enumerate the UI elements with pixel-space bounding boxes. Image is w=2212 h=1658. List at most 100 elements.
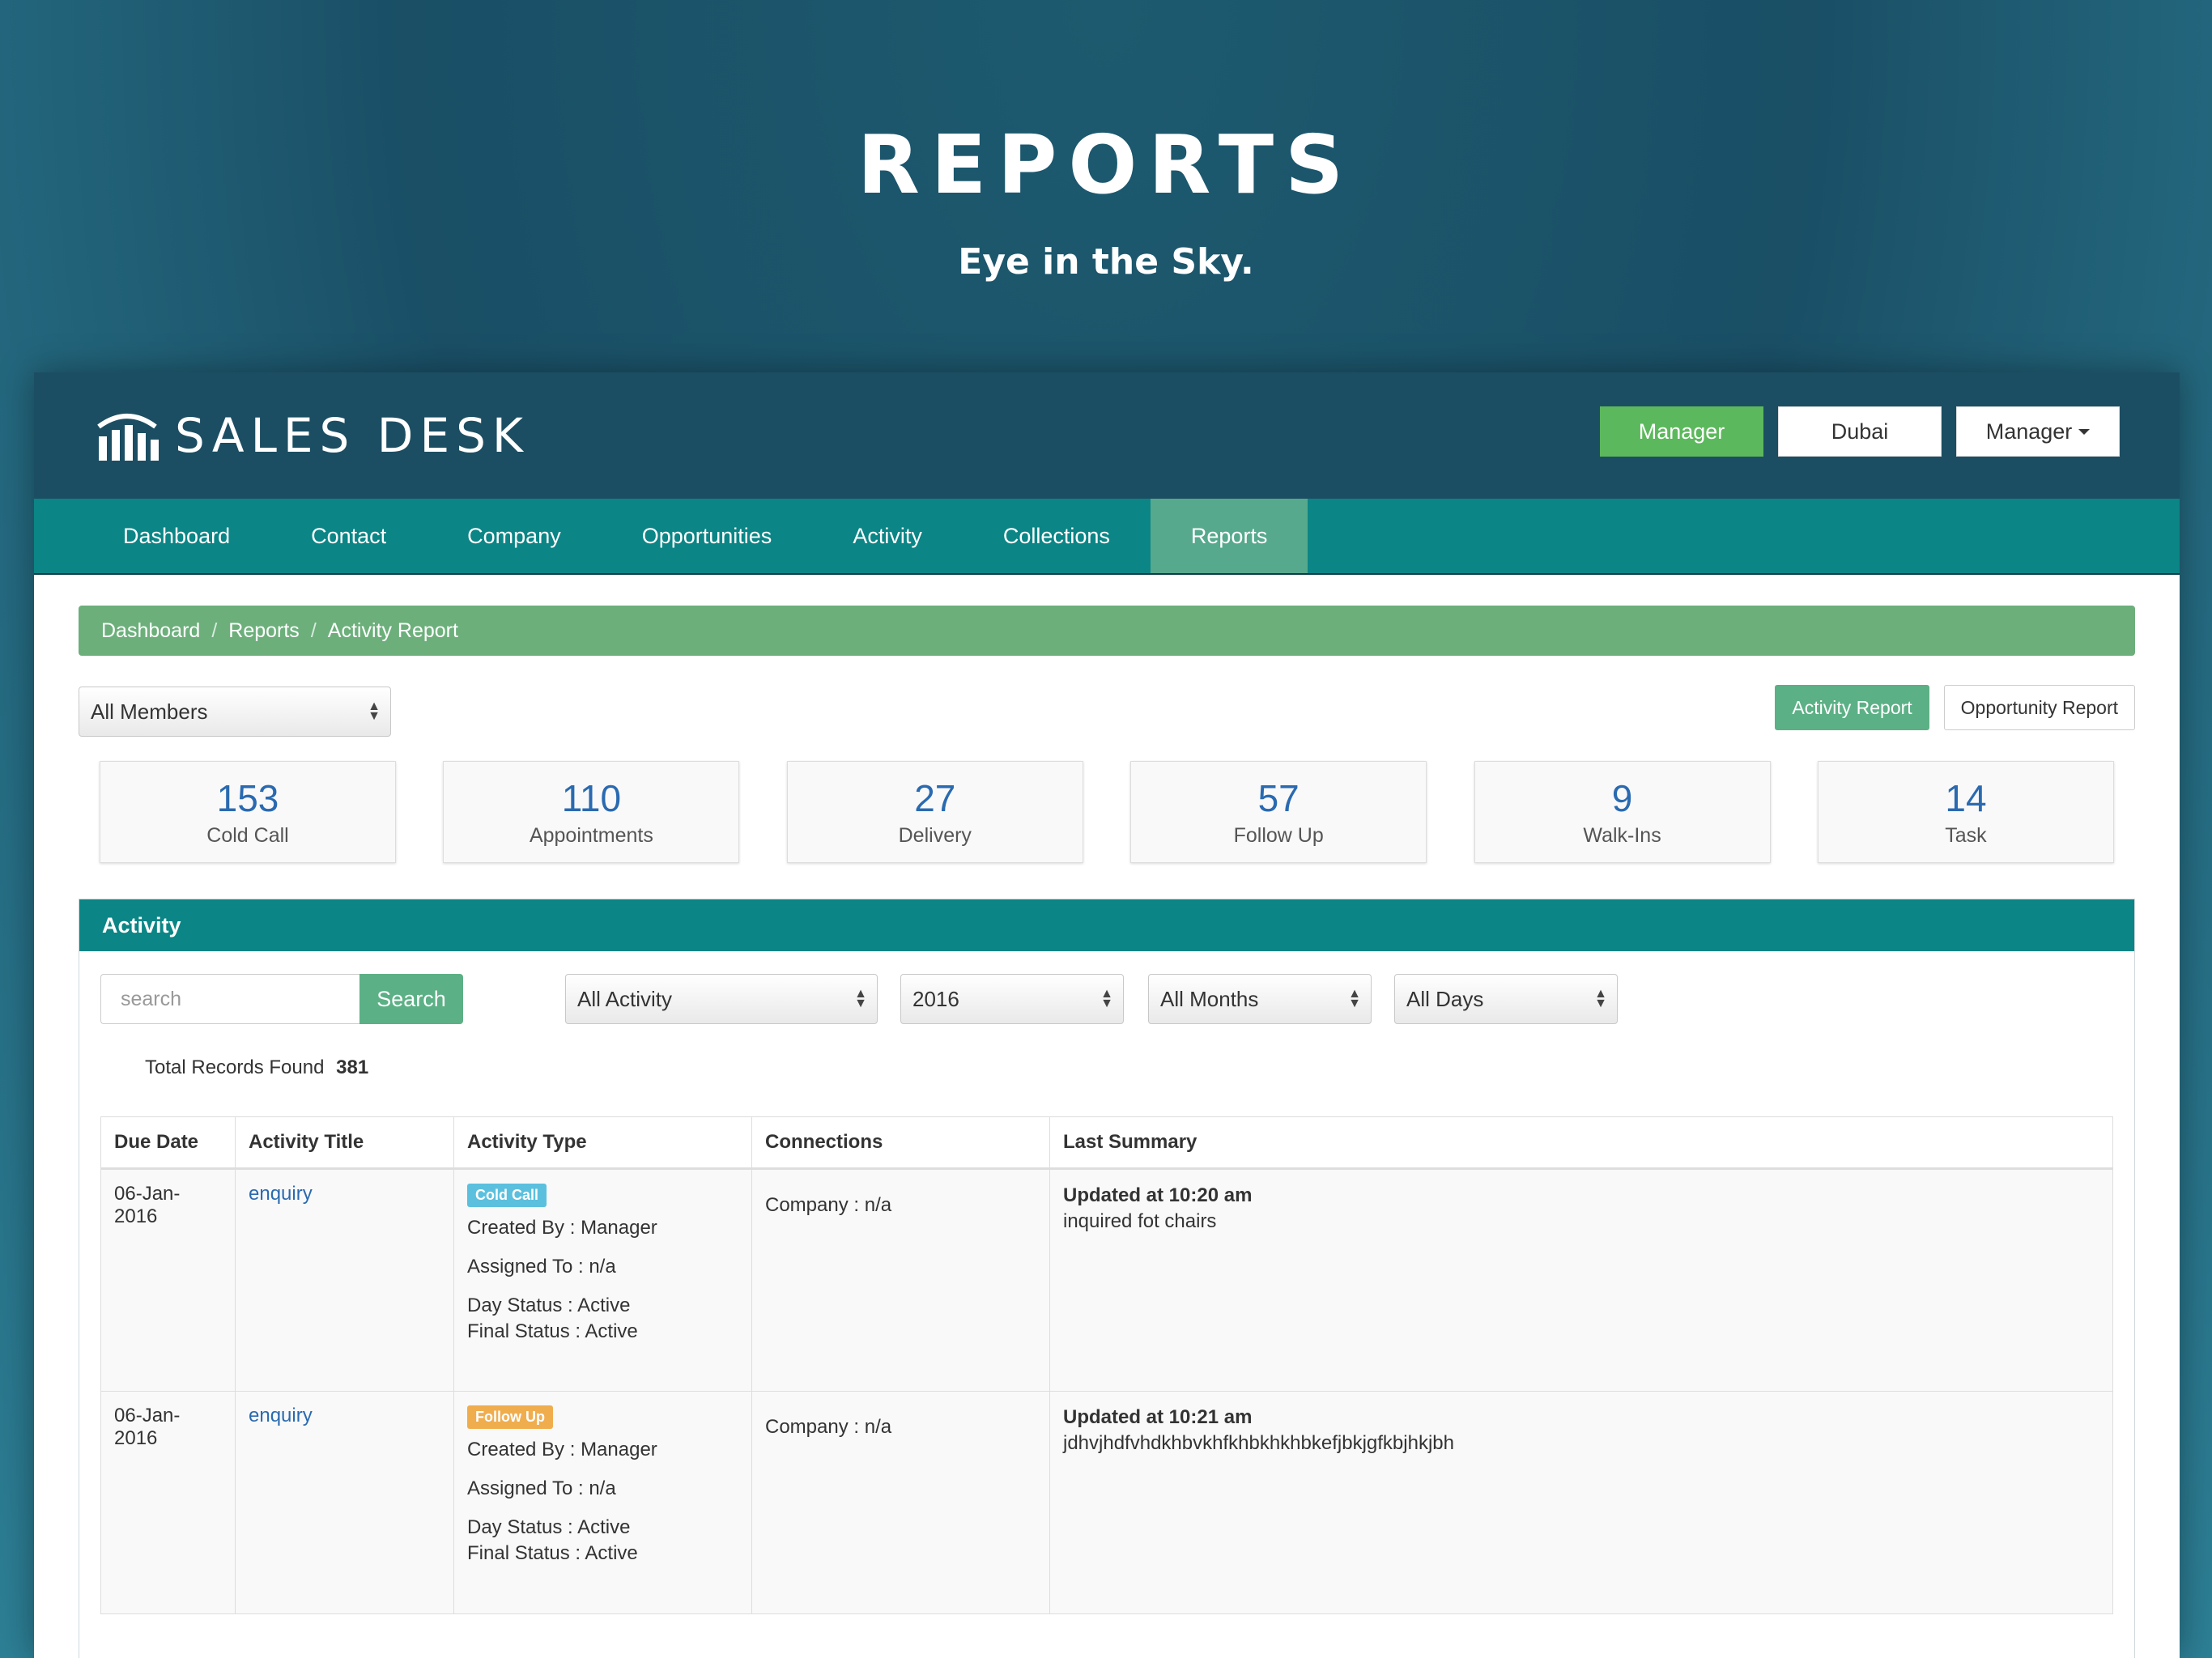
nav-opportunities[interactable]: Opportunities [602, 499, 813, 573]
breadcrumb-separator: / [211, 619, 218, 642]
total-records: Total Records Found 381 [100, 1056, 2113, 1116]
user-menu-button[interactable]: Manager [1956, 406, 2120, 457]
activity-report-button[interactable]: Activity Report [1775, 685, 1929, 730]
role-button[interactable]: Manager [1600, 406, 1763, 457]
stat-label: Appointments [529, 823, 653, 847]
breadcrumb-reports[interactable]: Reports [228, 619, 300, 643]
due-date-cell: 06-Jan-2016 [100, 1391, 236, 1614]
stat-label: Follow Up [1233, 823, 1324, 847]
nav-reports[interactable]: Reports [1150, 499, 1308, 573]
months-select[interactable]: All Months ▲ ▼ [1148, 974, 1372, 1024]
summary-cell: Updated at 10:20 am inquired fot chairs [1049, 1168, 2113, 1392]
caret-down-icon [2078, 428, 2091, 435]
col-activity-title[interactable]: Activity Title [235, 1116, 454, 1170]
members-select-value: All Members [91, 699, 208, 724]
stat-card-task[interactable]: 14 Task [1817, 761, 2114, 863]
activity-type-select[interactable]: All Activity ▲ ▼ [565, 974, 878, 1024]
stat-value: 153 [216, 776, 279, 819]
table-row[interactable]: 06-Jan-2016 enquiry Follow Up Created By… [100, 1391, 2113, 1614]
select-arrows-icon: ▲ ▼ [1594, 987, 1607, 1010]
top-header: SALES DESK Manager Dubai Manager [34, 372, 2180, 499]
summary-text: inquired fot chairs [1063, 1210, 1217, 1232]
nav-activity[interactable]: Activity [812, 499, 963, 573]
col-activity-type[interactable]: Activity Type [453, 1116, 752, 1170]
summary-cell: Updated at 10:21 am jdhvjhdfvhdkhbvkhfkh… [1049, 1391, 2113, 1614]
activity-title-link[interactable]: enquiry [249, 1405, 313, 1426]
day-status: Day Status : Active [467, 1295, 631, 1316]
activity-panel: Activity search Search All Activity ▲ ▼ 2… [79, 899, 2135, 1658]
months-value: All Months [1160, 986, 1259, 1011]
search-button[interactable]: Search [359, 974, 463, 1024]
opportunity-report-button[interactable]: Opportunity Report [1943, 685, 2135, 730]
activity-type-badge: Follow Up [467, 1405, 553, 1429]
stat-value: 110 [561, 776, 622, 819]
breadcrumb-separator: / [310, 619, 317, 642]
stat-card-delivery[interactable]: 27 Delivery [786, 761, 1083, 863]
days-select[interactable]: All Days ▲ ▼ [1394, 974, 1618, 1024]
breadcrumb: Dashboard / Reports / Activity Report [79, 606, 2135, 656]
connections-text: Company : n/a [765, 1194, 892, 1216]
created-by: Created By : Manager [467, 1439, 657, 1460]
title-cell: enquiry [235, 1391, 454, 1614]
table-header-row: Due Date Activity Title Activity Type Co… [100, 1116, 2113, 1170]
stat-value: 14 [1945, 776, 1987, 819]
stat-label: Cold Call [206, 823, 289, 847]
stat-card-cold-call[interactable]: 153 Cold Call [100, 761, 396, 863]
breadcrumb-dashboard[interactable]: Dashboard [101, 619, 200, 643]
stat-value: 9 [1611, 776, 1633, 819]
year-select[interactable]: 2016 ▲ ▼ [900, 974, 1124, 1024]
stats-row: 153 Cold Call 110 Appointments 27 Delive… [79, 761, 2135, 863]
stat-card-walk-ins[interactable]: 9 Walk-Ins [1474, 761, 1771, 863]
user-menu-label: Manager [1985, 419, 2073, 444]
stat-label: Walk-Ins [1583, 823, 1661, 847]
summary-time: Updated at 10:20 am [1063, 1184, 1253, 1206]
nav-contact[interactable]: Contact [270, 499, 427, 573]
connections-cell: Company : n/a [751, 1168, 1050, 1392]
type-cell: Cold Call Created By : Manager Assigned … [453, 1168, 752, 1392]
activity-title-link[interactable]: enquiry [249, 1183, 313, 1205]
search-input[interactable]: search [100, 974, 359, 1024]
main-nav: Dashboard Contact Company Opportunities … [34, 499, 2180, 575]
nav-company[interactable]: Company [427, 499, 602, 573]
col-due-date[interactable]: Due Date [100, 1116, 236, 1170]
day-status: Day Status : Active [467, 1516, 631, 1538]
select-arrows-icon: ▲ ▼ [854, 987, 867, 1010]
nav-dashboard[interactable]: Dashboard [83, 499, 270, 573]
assigned-to: Assigned To : n/a [467, 1477, 616, 1499]
stat-label: Delivery [898, 823, 972, 847]
due-date-cell: 06-Jan-2016 [100, 1168, 236, 1392]
connections-cell: Company : n/a [751, 1391, 1050, 1614]
stat-card-appointments[interactable]: 110 Appointments [443, 761, 740, 863]
select-arrows-icon: ▲ ▼ [1100, 987, 1113, 1010]
panel-title: Activity [79, 899, 2134, 951]
summary-time: Updated at 10:21 am [1063, 1406, 1253, 1428]
assigned-to: Assigned To : n/a [467, 1256, 616, 1278]
stat-label: Task [1945, 823, 1987, 847]
table-row[interactable]: 06-Jan-2016 enquiry Cold Call Created By… [100, 1168, 2113, 1392]
col-connections[interactable]: Connections [751, 1116, 1050, 1170]
logo-text: SALES DESK [175, 408, 530, 463]
app-window: SALES DESK Manager Dubai Manager Dashboa… [34, 372, 2180, 1658]
year-value: 2016 [912, 986, 959, 1011]
stat-value: 57 [1257, 776, 1300, 819]
type-cell: Follow Up Created By : Manager Assigned … [453, 1391, 752, 1614]
title-cell: enquiry [235, 1168, 454, 1392]
created-by: Created By : Manager [467, 1217, 657, 1239]
hero-title: REPORTS [857, 117, 1355, 212]
members-select[interactable]: All Members ▲ ▼ [79, 687, 391, 737]
activity-table: Due Date Activity Title Activity Type Co… [100, 1116, 2113, 1614]
bar-chart-logo-icon [97, 414, 159, 461]
stat-card-follow-up[interactable]: 57 Follow Up [1130, 761, 1427, 863]
nav-collections[interactable]: Collections [963, 499, 1151, 573]
stat-value: 27 [914, 776, 956, 819]
logo[interactable]: SALES DESK [94, 408, 530, 463]
activity-type-badge: Cold Call [467, 1184, 547, 1207]
total-records-label: Total Records Found [145, 1056, 325, 1078]
hero-subtitle: Eye in the Sky. [958, 241, 1254, 283]
final-status: Final Status : Active [467, 1542, 638, 1564]
location-button[interactable]: Dubai [1778, 406, 1942, 457]
breadcrumb-activity-report: Activity Report [327, 619, 458, 642]
total-records-value: 381 [336, 1056, 369, 1078]
col-last-summary[interactable]: Last Summary [1049, 1116, 2113, 1170]
summary-text: jdhvjhdfvhdkhbvkhfkhbkhkhbkefjbkjgfkbjhk… [1063, 1432, 1454, 1454]
